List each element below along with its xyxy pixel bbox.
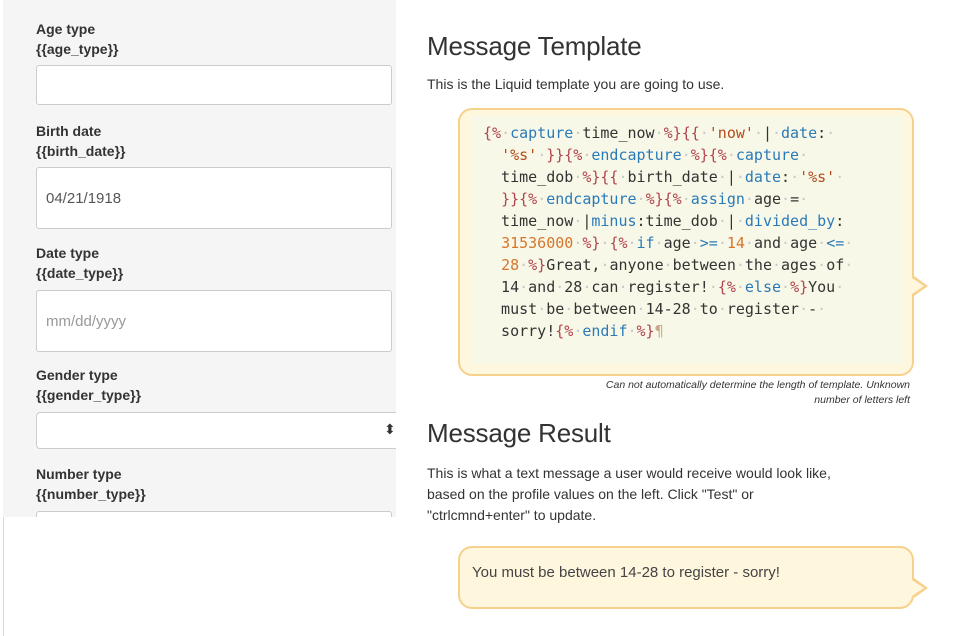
result-message: You must be between 14-28 to register - …: [472, 564, 780, 581]
field-birth-date: Birth date {{birth_date}}: [36, 122, 392, 160]
field-variable: {{number_type}}: [36, 486, 146, 502]
field-variable: {{gender_type}}: [36, 387, 142, 403]
panel-divider: [3, 517, 4, 636]
select-updown-icon: ⬍: [384, 421, 396, 437]
result-description: This is what a text message a user would…: [427, 463, 831, 526]
template-description: This is the Liquid template you are goin…: [427, 76, 725, 92]
field-label: Number type: [36, 466, 122, 482]
bubble-tail: [912, 276, 928, 296]
length-note-line: number of letters left: [814, 394, 910, 406]
gender-type-select[interactable]: [36, 412, 396, 449]
template-heading: Message Template: [427, 31, 642, 61]
field-date-type: Date type {{date_type}}: [36, 244, 392, 282]
template-bubble: {%·capture·time_now·%}{{·'now'·|·date:· …: [458, 108, 914, 376]
field-number-type: Number type {{number_type}}: [36, 465, 392, 503]
field-label: Age type: [36, 21, 96, 37]
field-label: Birth date: [36, 123, 102, 139]
field-gender-type: Gender type {{gender_type}}: [36, 366, 392, 404]
result-description-line: "ctrlcmnd+enter" to update.: [427, 507, 597, 523]
age-type-input[interactable]: [36, 65, 392, 105]
template-length-note: Can not automatically determine the leng…: [500, 378, 910, 408]
result-heading: Message Result: [427, 418, 611, 448]
birth-date-input[interactable]: [36, 167, 392, 229]
result-description-line: based on the profile values on the left.…: [427, 486, 754, 502]
profile-form-panel: Age type {{age_type}} Birth date {{birth…: [3, 0, 396, 517]
field-label: Gender type: [36, 367, 118, 383]
bubble-tail: [912, 578, 928, 598]
result-description-line: This is what a text message a user would…: [427, 465, 831, 481]
field-variable: {{date_type}}: [36, 265, 124, 281]
liquid-template-editor[interactable]: {%·capture·time_now·%}{{·'now'·|·date:· …: [472, 116, 904, 364]
field-label: Date type: [36, 245, 100, 261]
date-type-input[interactable]: [36, 290, 392, 352]
number-type-input[interactable]: [36, 511, 392, 517]
field-variable: {{birth_date}}: [36, 143, 126, 159]
field-age-type: Age type {{age_type}}: [36, 20, 392, 58]
length-note-line: Can not automatically determine the leng…: [605, 379, 910, 391]
field-variable: {{age_type}}: [36, 41, 119, 57]
